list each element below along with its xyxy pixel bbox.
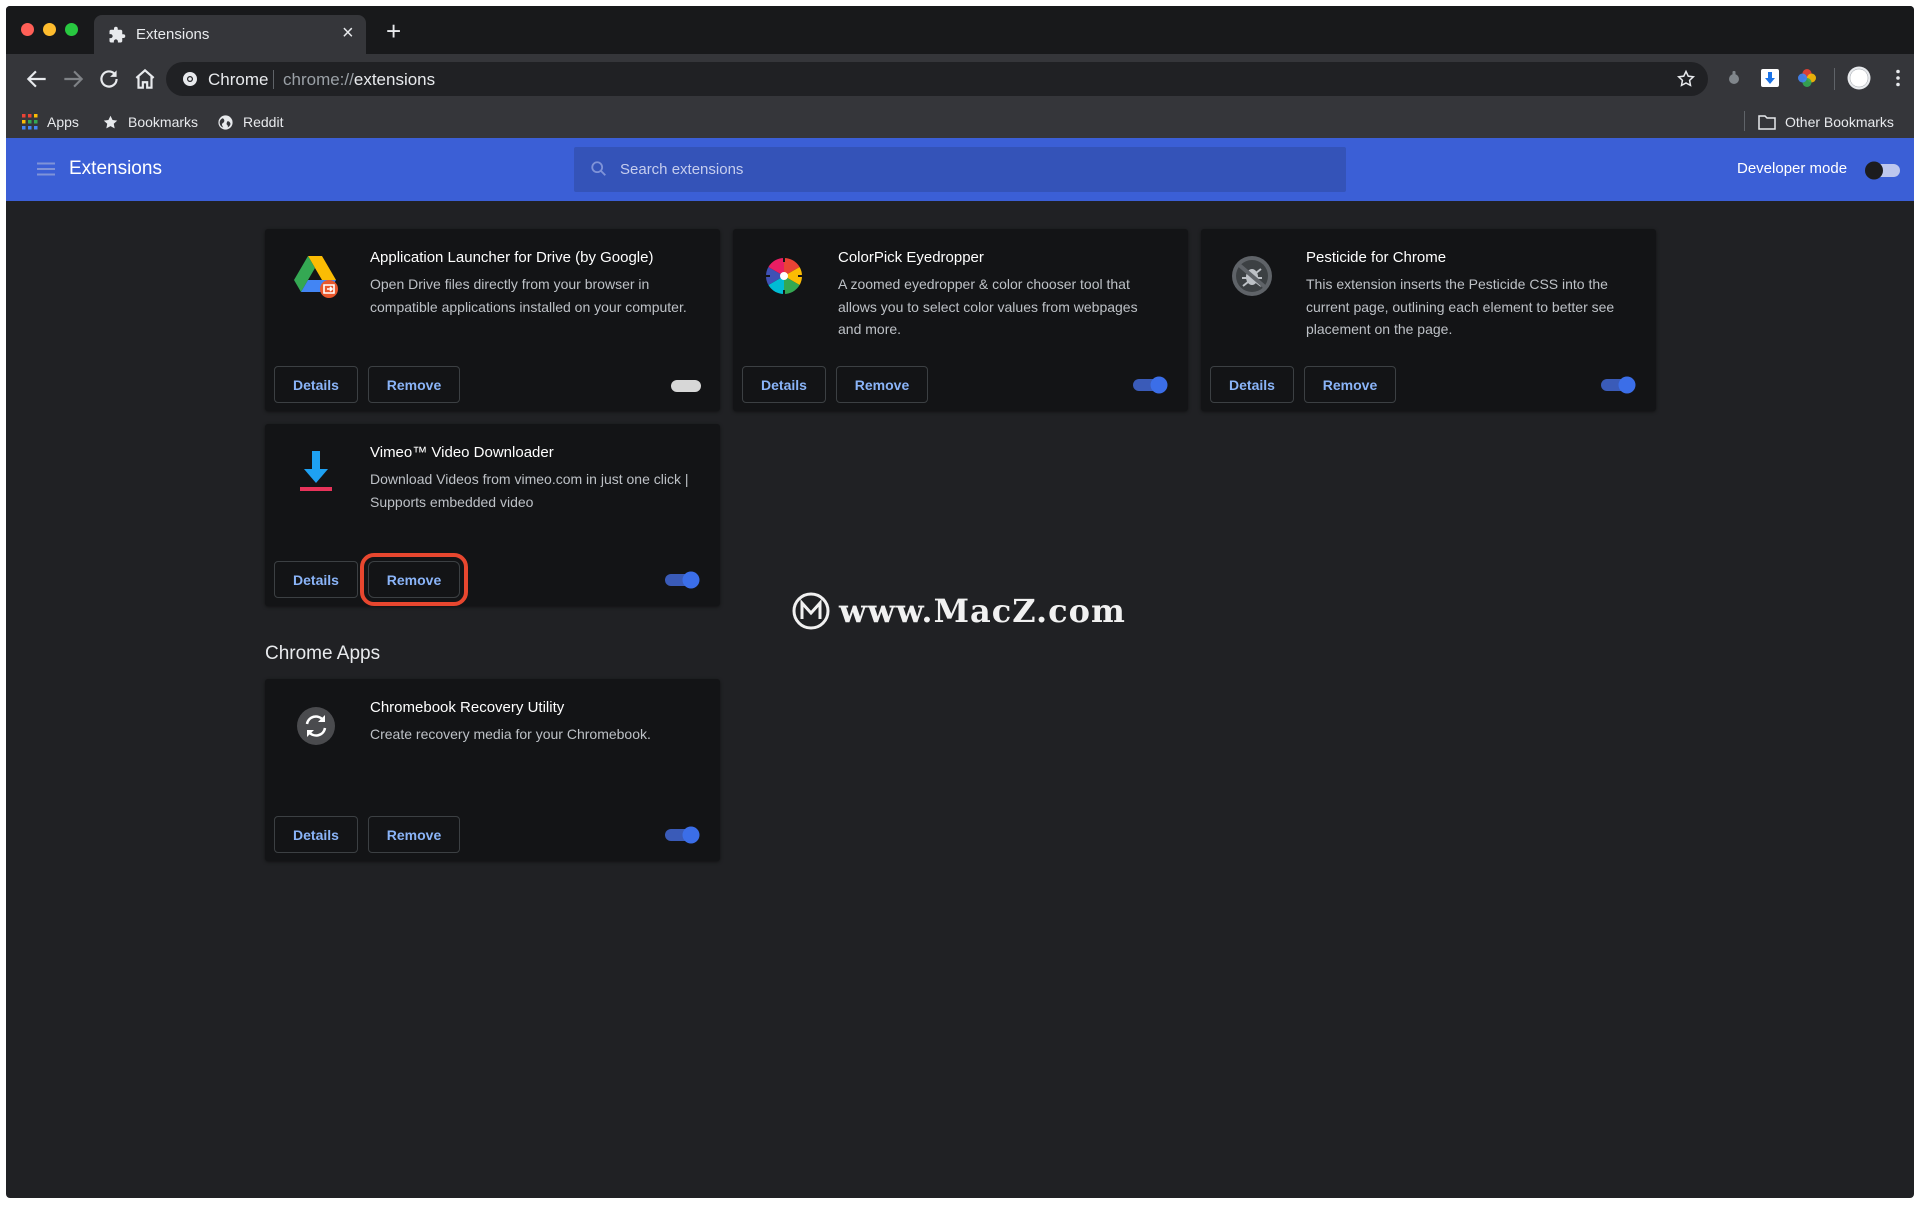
app-card-chromebook-recovery: Chromebook Recovery Utility Create recov… [265, 679, 720, 861]
recovery-sync-icon [297, 707, 335, 745]
omnibox-divider [273, 70, 274, 89]
extension-name: ColorPick Eyedropper [838, 249, 984, 266]
folder-icon [1758, 115, 1776, 130]
remove-button[interactable]: Remove [836, 366, 928, 403]
bookmark-label: Apps [47, 114, 79, 130]
color-wheel-icon [762, 254, 806, 298]
details-button[interactable]: Details [742, 366, 826, 403]
download-arrow-icon [300, 451, 332, 491]
pesticide-extension-icon[interactable] [1723, 67, 1745, 89]
google-drive-icon [294, 256, 338, 298]
no-bugs-icon [1232, 256, 1272, 296]
chrome-icon [183, 72, 197, 86]
bookmark-label: Reddit [243, 114, 284, 130]
remove-button[interactable]: Remove [368, 366, 460, 403]
extension-toggle-on[interactable] [1599, 375, 1639, 395]
extensions-list: Application Launcher for Drive (by Googl… [6, 201, 1914, 1198]
url-text[interactable]: chrome://extensions [283, 70, 435, 90]
tab-extensions[interactable]: Extensions × [94, 15, 366, 54]
forward-icon[interactable] [60, 66, 86, 92]
macz-logo-icon [792, 592, 830, 630]
extension-description: This extension inserts the Pesticide CSS… [1306, 276, 1615, 337]
new-tab-button[interactable]: + [386, 18, 401, 44]
url-scheme: chrome:// [283, 70, 354, 89]
app-name: Chromebook Recovery Utility [370, 699, 565, 716]
other-bookmarks[interactable]: Other Bookmarks [1758, 112, 1894, 132]
extension-description: Open Drive files directly from your brow… [370, 276, 687, 315]
extension-name: Pesticide for Chrome [1306, 249, 1447, 266]
extension-toggle-on[interactable] [663, 570, 703, 590]
window-maximize-button[interactable] [65, 23, 78, 36]
remove-button[interactable]: Remove [1304, 366, 1396, 403]
extension-description: A zoomed eyedropper & color chooser tool… [838, 276, 1138, 337]
bookmarks-bar: Apps Bookmarks Reddit Other Bookmarks [6, 104, 1914, 138]
extension-card-vimeo-downloader: Vimeo™ Video Downloader Download Videos … [265, 424, 720, 606]
chrome-apps-heading: Chrome Apps [265, 643, 381, 664]
toolbar-divider [1834, 68, 1835, 90]
bookmark-label: Bookmarks [128, 114, 199, 130]
address-bar[interactable]: Chrome chrome://extensions [166, 62, 1708, 96]
bookmark-bookmarks[interactable]: Bookmarks [102, 112, 198, 132]
remove-button[interactable]: Remove [368, 816, 460, 853]
tab-close-icon[interactable]: × [342, 22, 354, 44]
bookmark-star-icon[interactable] [1676, 69, 1696, 89]
developer-mode-label: Developer mode [1737, 160, 1848, 177]
extension-toggle-off[interactable] [663, 375, 703, 395]
home-icon[interactable] [132, 66, 158, 92]
bookmarks-divider [1744, 111, 1745, 131]
extensions-header: Extensions Developer mode [6, 138, 1914, 201]
colorpick-extension-icon[interactable] [1796, 67, 1818, 89]
developer-mode-toggle[interactable] [1864, 160, 1902, 180]
details-button[interactable]: Details [274, 366, 358, 403]
watermark-text: www.MacZ.com [839, 592, 1126, 630]
site-chip-label: Chrome [208, 70, 269, 89]
page-title: Extensions [69, 158, 162, 179]
details-button[interactable]: Details [274, 561, 358, 598]
tab-title: Extensions [136, 26, 210, 43]
reload-icon[interactable] [96, 66, 122, 92]
browser-window: Extensions × + Chrome chrome://extension… [6, 6, 1914, 1198]
profile-avatar-icon[interactable] [1847, 66, 1871, 90]
url-host: extensions [353, 70, 436, 89]
search-icon [591, 161, 606, 176]
more-menu-icon[interactable] [1887, 67, 1909, 89]
watermark: www.MacZ.com [791, 589, 1126, 633]
extension-card-drive-launcher: Application Launcher for Drive (by Googl… [265, 229, 720, 411]
remove-button-highlighted[interactable]: Remove [360, 553, 468, 606]
window-minimize-button[interactable] [43, 23, 56, 36]
bookmark-reddit[interactable]: Reddit [217, 112, 283, 132]
extension-card-pesticide: Pesticide for Chrome This extension inse… [1201, 229, 1656, 411]
extension-name: Vimeo™ Video Downloader [370, 444, 554, 461]
extension-description: Download Videos from vimeo.com in just o… [370, 471, 689, 510]
downloader-extension-icon[interactable] [1759, 67, 1781, 89]
globe-icon [218, 114, 233, 130]
details-button[interactable]: Details [1210, 366, 1294, 403]
puzzle-icon [109, 26, 126, 43]
star-icon [103, 115, 118, 128]
toolbar: Chrome chrome://extensions [6, 54, 1914, 104]
extension-card-colorpick: ColorPick Eyedropper A zoomed eyedropper… [733, 229, 1188, 411]
bookmark-apps[interactable]: Apps [22, 112, 79, 132]
back-icon[interactable] [24, 66, 50, 92]
app-description: Create recovery media for your Chromeboo… [370, 726, 651, 742]
extension-toggle-on[interactable] [1131, 375, 1171, 395]
extension-name: Application Launcher for Drive (by Googl… [370, 249, 654, 266]
tab-strip: Extensions × + [6, 6, 1914, 54]
window-close-button[interactable] [21, 23, 34, 36]
search-input[interactable] [620, 147, 1320, 192]
search-box[interactable] [574, 147, 1346, 192]
apps-grid-icon [22, 114, 38, 130]
other-bookmarks-label: Other Bookmarks [1785, 114, 1894, 130]
menu-icon[interactable] [36, 159, 56, 179]
details-button[interactable]: Details [274, 816, 358, 853]
app-toggle-on[interactable] [663, 825, 703, 845]
